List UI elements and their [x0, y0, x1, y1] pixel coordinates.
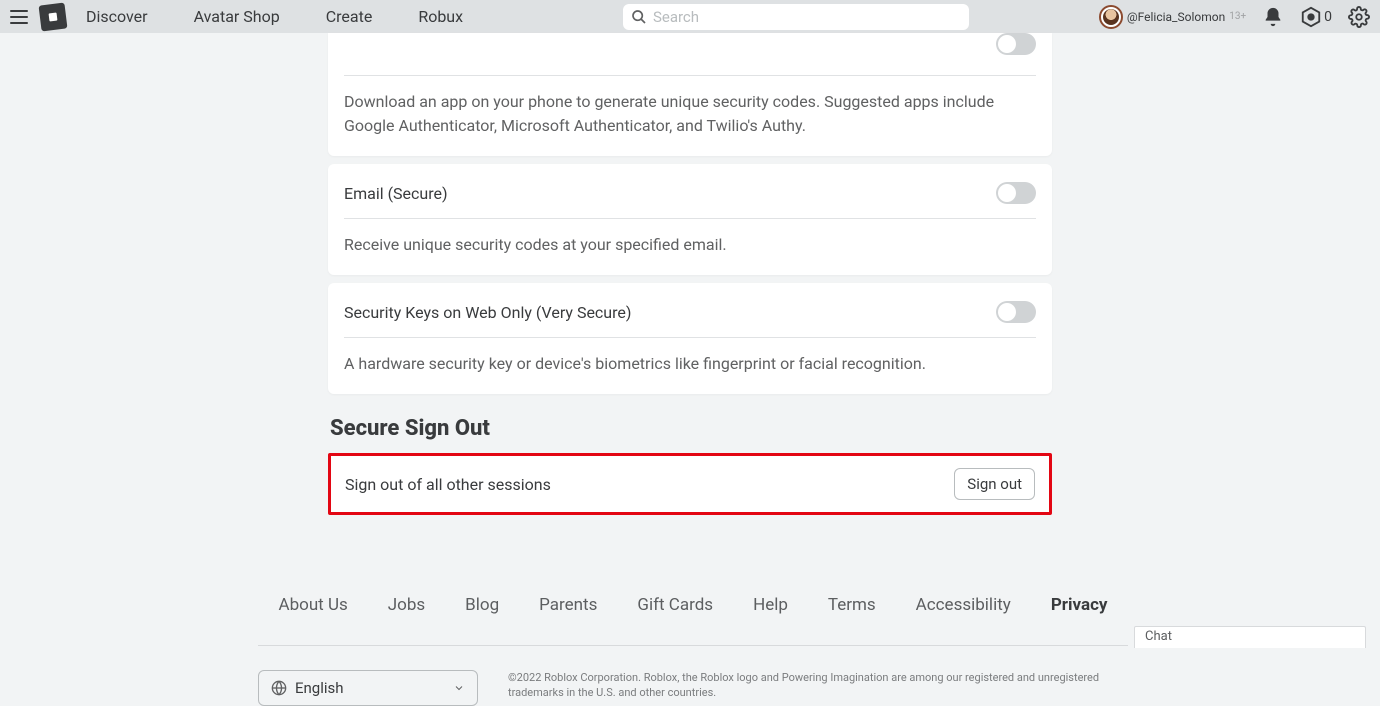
signout-button[interactable]: Sign out [954, 468, 1035, 500]
security-keys-toggle[interactable] [996, 301, 1036, 323]
settings-icon[interactable] [1348, 6, 1370, 28]
roblox-logo[interactable] [39, 2, 68, 31]
email-card: Email (Secure) Receive unique security c… [328, 164, 1052, 275]
robux-icon [1300, 6, 1322, 28]
security-keys-title: Security Keys on Web Only (Very Secure) [344, 303, 631, 322]
search-icon [631, 9, 647, 25]
robux-count: 0 [1324, 9, 1332, 25]
language-label: English [295, 679, 445, 697]
signout-card: Sign out of all other sessions Sign out [328, 453, 1052, 515]
menu-button[interactable] [10, 10, 28, 24]
username-label: @Felicia_Solomon [1127, 10, 1225, 24]
footer: About Us Jobs Blog Parents Gift Cards He… [258, 595, 1128, 706]
footer-jobs[interactable]: Jobs [388, 595, 425, 615]
security-keys-desc: A hardware security key or device's biom… [344, 352, 1036, 376]
nav-discover[interactable]: Discover [86, 7, 148, 26]
copyright-text: ©2022 Roblox Corporation. Roblox, the Ro… [508, 670, 1108, 701]
user-profile-link[interactable]: @Felicia_Solomon 13+ [1099, 5, 1246, 29]
footer-links: About Us Jobs Blog Parents Gift Cards He… [258, 595, 1128, 645]
signout-label: Sign out of all other sessions [345, 475, 551, 494]
security-keys-card: Security Keys on Web Only (Very Secure) … [328, 283, 1052, 394]
footer-terms[interactable]: Terms [828, 595, 876, 615]
nav-create[interactable]: Create [326, 7, 373, 26]
email-desc: Receive unique security codes at your sp… [344, 233, 1036, 257]
auth-app-card: Download an app on your phone to generat… [328, 33, 1052, 156]
age-badge: 13+ [1229, 11, 1246, 22]
footer-parents[interactable]: Parents [539, 595, 597, 615]
nav-robux[interactable]: Robux [418, 7, 463, 26]
footer-accessibility[interactable]: Accessibility [916, 595, 1011, 615]
language-selector[interactable]: English [258, 670, 478, 706]
avatar [1099, 5, 1123, 29]
footer-blog[interactable]: Blog [465, 595, 499, 615]
chat-tab[interactable]: Chat [1134, 626, 1366, 648]
footer-giftcards[interactable]: Gift Cards [637, 595, 713, 615]
auth-app-toggle[interactable] [996, 33, 1036, 55]
secure-signout-heading: Secure Sign Out [330, 416, 1052, 441]
notifications-icon[interactable] [1262, 6, 1284, 28]
search-input[interactable] [653, 8, 961, 26]
email-title: Email (Secure) [344, 184, 448, 203]
search-box[interactable] [623, 4, 969, 30]
robux-balance[interactable]: 0 [1300, 6, 1332, 28]
auth-app-desc: Download an app on your phone to generat… [344, 90, 1036, 138]
nav-avatar-shop[interactable]: Avatar Shop [194, 7, 280, 26]
footer-about[interactable]: About Us [278, 595, 347, 615]
footer-help[interactable]: Help [753, 595, 788, 615]
globe-icon [271, 680, 287, 696]
nav-links: Discover Avatar Shop Create Robux [86, 7, 463, 26]
footer-privacy[interactable]: Privacy [1051, 595, 1108, 615]
email-toggle[interactable] [996, 182, 1036, 204]
topbar: Discover Avatar Shop Create Robux @Felic… [0, 0, 1380, 33]
chevron-down-icon [453, 682, 465, 694]
